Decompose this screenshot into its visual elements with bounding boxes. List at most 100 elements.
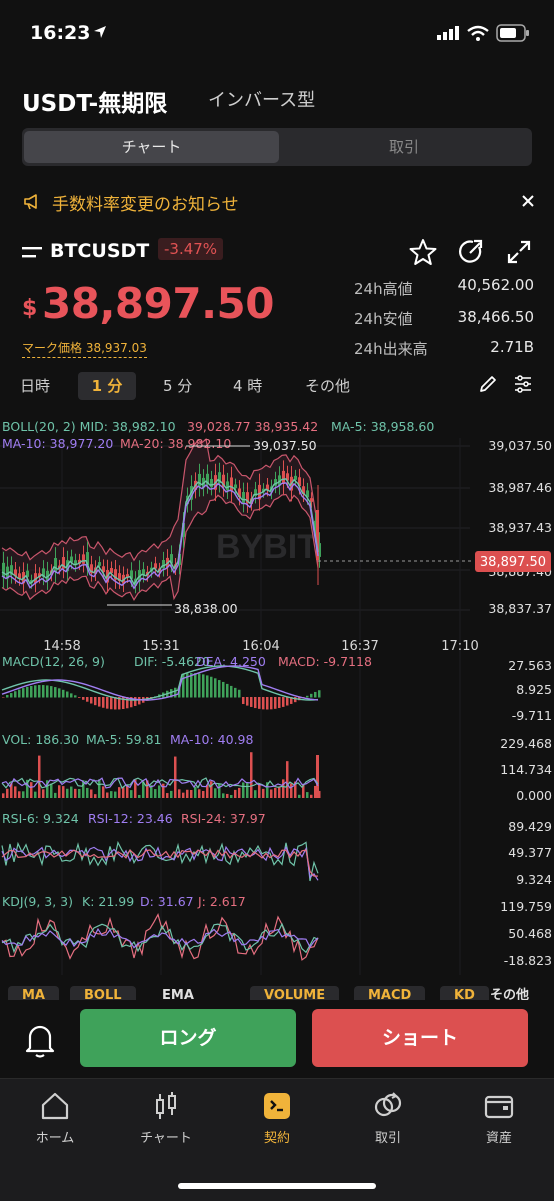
long-button[interactable]: ロング xyxy=(80,1009,296,1067)
volume-bar xyxy=(218,783,221,798)
time-axis-5: 17:10 xyxy=(441,639,478,654)
volume-bar xyxy=(14,786,17,798)
macd-bar xyxy=(270,697,273,710)
kdj-axis-2: 50.468 xyxy=(508,926,552,941)
rsi6-label: RSI-6: 9.324 xyxy=(2,811,79,826)
volume-bar xyxy=(94,794,97,798)
volume-bar xyxy=(98,779,101,798)
contract-type-selector[interactable]: インバース型 xyxy=(208,86,315,112)
macd-bar xyxy=(114,697,117,710)
macd-bar xyxy=(282,697,285,707)
macd-bar xyxy=(234,687,237,698)
price-chart[interactable]: BYBIT BOLL(20, 2) MID: 38,982.10 39,028.… xyxy=(0,410,554,980)
timeframe-1m[interactable]: 1 分 xyxy=(78,372,136,400)
macd-bar xyxy=(206,675,209,698)
symbol-name[interactable]: BTCUSDT xyxy=(50,240,149,262)
vol-axis-3: 0.000 xyxy=(516,788,552,803)
macd-bar xyxy=(214,678,217,698)
timeframe-more[interactable]: その他 xyxy=(305,372,350,400)
macd-bar xyxy=(194,673,197,698)
timeframe-5m[interactable]: 5 分 xyxy=(163,372,192,400)
rsi-line xyxy=(1,845,319,881)
candlestick-icon xyxy=(156,1092,176,1119)
kdj-line xyxy=(1,913,319,961)
macd-bar xyxy=(34,685,37,698)
macd-bar xyxy=(54,687,57,698)
volume-bar xyxy=(286,761,289,798)
tab-trade[interactable]: 取引 xyxy=(279,131,529,163)
pencil-icon[interactable] xyxy=(478,374,498,394)
volume-bar xyxy=(290,783,293,798)
macd-axis-1: 27.563 xyxy=(508,658,552,673)
volume-bar xyxy=(2,793,5,798)
macd-bar xyxy=(58,688,61,698)
macd-bar xyxy=(102,697,105,708)
volume-bar xyxy=(202,790,205,798)
price-axis-2: 38,987.46 xyxy=(488,480,552,495)
nav-chart[interactable]: チャート xyxy=(116,1091,216,1146)
price-axis-1: 39,037.50 xyxy=(488,438,552,453)
nav-home[interactable]: ホーム xyxy=(5,1091,105,1146)
ma20-label: MA-20: 38,982.10 xyxy=(120,436,231,451)
macd-bar xyxy=(26,686,29,698)
volume-bar xyxy=(102,786,105,798)
stat-24h-low-label: 24h安値 xyxy=(354,310,413,328)
volume-bar xyxy=(74,788,77,798)
nav-contract[interactable]: 契約 xyxy=(227,1091,327,1146)
volume-bar xyxy=(90,789,93,798)
stat-24h-volume-value: 2.71B xyxy=(490,338,534,356)
volume-bar xyxy=(182,792,185,798)
volume-bar xyxy=(298,794,301,798)
timeframe-time[interactable]: 日時 xyxy=(20,372,50,400)
fee-change-notice[interactable]: 手数料率変更のお知らせ xyxy=(52,190,239,215)
macd-bar xyxy=(218,680,221,698)
nav-home-label: ホーム xyxy=(35,1131,75,1146)
volume-bar xyxy=(6,788,9,798)
volume-bar xyxy=(186,789,189,798)
fullscreen-icon[interactable] xyxy=(506,239,532,265)
volume-bar xyxy=(106,792,109,798)
menu-lines-icon[interactable] xyxy=(22,244,44,260)
star-icon[interactable] xyxy=(409,238,437,266)
vol-axis-2: 114.734 xyxy=(500,762,552,777)
settings-sliders-icon[interactable] xyxy=(513,374,533,394)
time-axis-1: 14:58 xyxy=(43,639,80,654)
volume-bar xyxy=(138,794,141,798)
timeframe-4h[interactable]: 4 時 xyxy=(233,372,262,400)
volume-bar xyxy=(170,790,173,798)
bell-icon[interactable] xyxy=(18,1020,62,1060)
chart-watermark: BYBIT xyxy=(216,528,318,566)
kdj-j: J: 2.617 xyxy=(197,894,246,909)
battery-icon xyxy=(496,24,529,42)
macd-bar xyxy=(262,697,265,710)
tab-chart[interactable]: チャート xyxy=(24,131,279,163)
rsi-panel xyxy=(1,840,319,882)
candle-body xyxy=(310,498,313,502)
nav-assets[interactable]: 資産 xyxy=(449,1091,549,1146)
macd-bar xyxy=(46,685,49,698)
volume-bar xyxy=(114,791,117,798)
short-button[interactable]: ショート xyxy=(312,1009,528,1067)
home-indicator xyxy=(178,1183,376,1189)
macd-bar xyxy=(106,697,109,709)
nav-assets-label: 資産 xyxy=(485,1131,512,1146)
macd-bar xyxy=(6,695,9,698)
view-segment-control: チャート 取引 xyxy=(22,128,532,166)
macd-bar xyxy=(294,697,297,703)
volume-bar xyxy=(34,791,37,798)
close-icon[interactable] xyxy=(521,194,535,208)
macd-bar xyxy=(306,695,309,698)
ma10-label: MA-10: 38,977.20 xyxy=(2,436,113,451)
nav-trade[interactable]: 取引 xyxy=(338,1091,438,1146)
macd-bar xyxy=(314,691,317,698)
candle-body xyxy=(82,554,85,564)
mark-price[interactable]: マーク価格 38,937.03 xyxy=(22,339,147,358)
rsi-axis-1: 89.429 xyxy=(508,819,552,834)
page-title: USDT-無期限 xyxy=(22,91,168,117)
macd-bar xyxy=(134,697,137,706)
vol-ma5: MA-5: 59.81 xyxy=(86,732,162,747)
share-icon[interactable] xyxy=(457,238,485,266)
volume-bar xyxy=(22,791,25,798)
rsi-axis-3: 9.324 xyxy=(516,872,552,887)
macd-bar xyxy=(266,697,269,710)
